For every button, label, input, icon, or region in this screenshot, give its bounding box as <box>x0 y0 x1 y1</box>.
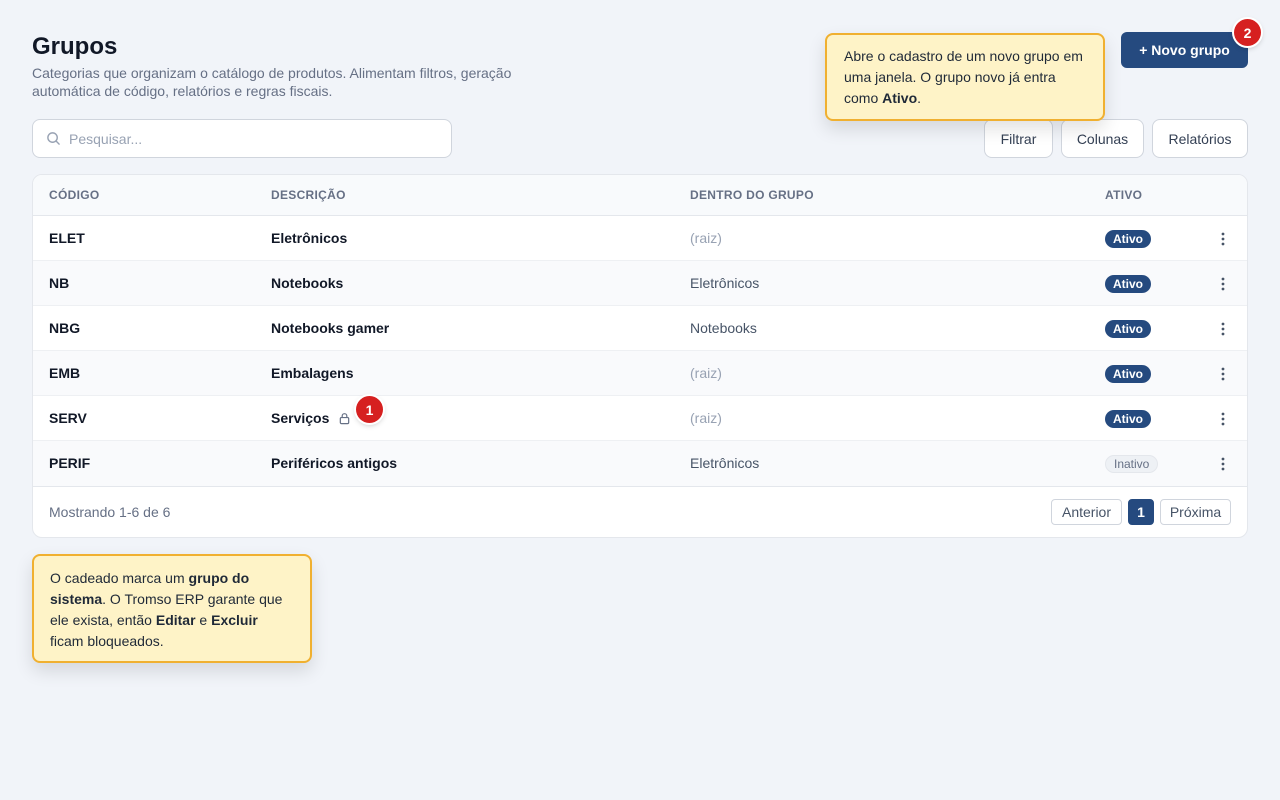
pagination-summary: Mostrando 1-6 de 6 <box>49 504 171 520</box>
row-status: Ativo <box>1105 351 1151 396</box>
row-menu-button[interactable] <box>1213 409 1233 429</box>
row-description: Embalagens <box>271 351 353 396</box>
more-vertical-icon <box>1221 322 1225 336</box>
table-row[interactable]: PERIF Periféricos antigos Eletrônicos In… <box>33 441 1247 487</box>
row-description-text: Serviços <box>271 410 330 426</box>
row-status: Ativo <box>1105 396 1151 441</box>
new-group-tooltip: Abre o cadastro de um novo grupo em uma … <box>825 33 1105 121</box>
row-parent: (raiz) <box>690 230 722 246</box>
reports-button[interactable]: Relatórios <box>1152 119 1248 158</box>
row-status: Ativo <box>1105 306 1151 351</box>
column-header-parent[interactable]: DENTRO DO GRUPO <box>690 175 814 215</box>
lock-icon <box>338 412 351 425</box>
table-row[interactable]: ELET Eletrônicos (raiz) Ativo <box>33 216 1247 261</box>
row-description-text: Eletrônicos <box>271 230 348 246</box>
row-description-text: Periféricos antigos <box>271 455 398 471</box>
page-subtitle: Categorias que organizam o catálogo de p… <box>32 65 512 99</box>
row-description: Notebooks gamer <box>271 306 389 351</box>
row-code: EMB <box>49 365 81 381</box>
status-badge: Ativo <box>1105 409 1151 428</box>
row-description-text: Embalagens <box>271 365 354 381</box>
row-code: ELET <box>49 230 85 246</box>
search-box[interactable] <box>32 119 452 158</box>
tooltip-emphasis: Ativo <box>882 90 918 106</box>
row-description: Periféricos antigos <box>271 441 397 486</box>
table-row[interactable]: NB Notebooks Eletrônicos Ativo <box>33 261 1247 306</box>
annotation-marker-1: 1 <box>356 396 383 423</box>
tooltip-text: . <box>917 90 922 106</box>
page-title: Grupos <box>32 33 118 60</box>
row-parent: (raiz) <box>690 365 722 381</box>
search-input[interactable] <box>69 130 429 147</box>
status-badge: Ativo <box>1105 274 1151 293</box>
tooltip-text: Abre o cadastro de um novo grupo em uma … <box>844 48 1083 106</box>
row-code: PERIF <box>49 455 91 471</box>
status-badge: Ativo <box>1105 229 1151 248</box>
row-code: SERV <box>49 410 87 426</box>
table-row[interactable]: NBG Notebooks gamer Notebooks Ativo <box>33 306 1247 351</box>
column-header-description[interactable]: DESCRIÇÃO <box>271 175 346 215</box>
column-header-active[interactable]: ATIVO <box>1105 175 1142 215</box>
more-vertical-icon <box>1221 457 1225 471</box>
row-description-text: Notebooks <box>271 275 344 291</box>
row-description-text: Notebooks gamer <box>271 320 390 336</box>
pagination-next-button[interactable]: Próxima <box>1160 499 1231 525</box>
status-badge: Ativo <box>1105 319 1151 338</box>
new-group-button[interactable]: + Novo grupo <box>1121 32 1248 68</box>
table-footer: Mostrando 1-6 de 6 Anterior 1 Próxima <box>33 487 1247 537</box>
table-row[interactable]: SERV Serviços (raiz) Ativo <box>33 396 1247 441</box>
table-row[interactable]: EMB Embalagens (raiz) Ativo <box>33 351 1247 396</box>
row-menu-button[interactable] <box>1213 229 1233 249</box>
tooltip-text: ficam bloqueados. <box>50 633 164 649</box>
row-description: Notebooks <box>271 261 343 306</box>
more-vertical-icon <box>1221 232 1225 246</box>
row-status: Ativo <box>1105 261 1151 306</box>
tooltip-emphasis: Excluir <box>211 612 258 628</box>
tooltip-text: e <box>195 612 212 628</box>
status-badge: Ativo <box>1105 364 1151 383</box>
status-badge: Inativo <box>1105 454 1159 473</box>
more-vertical-icon <box>1221 277 1225 291</box>
annotation-marker-2: 2 <box>1234 19 1261 46</box>
tooltip-text: O cadeado marca um <box>50 570 189 586</box>
row-parent: Eletrônicos <box>690 455 760 471</box>
row-menu-button[interactable] <box>1213 454 1233 474</box>
tooltip-emphasis: Editar <box>155 612 196 628</box>
column-header-code[interactable]: CÓDIGO <box>49 175 99 215</box>
row-parent: Notebooks <box>690 320 757 336</box>
row-status: Inativo <box>1105 441 1159 486</box>
columns-button[interactable]: Colunas <box>1061 119 1144 158</box>
row-code: NBG <box>49 320 81 336</box>
row-description: Serviços <box>271 396 351 441</box>
more-vertical-icon <box>1221 367 1225 381</box>
row-parent: (raiz) <box>690 410 722 426</box>
filter-button[interactable]: Filtrar <box>984 119 1053 158</box>
row-menu-button[interactable] <box>1213 319 1233 339</box>
groups-table: CÓDIGO DESCRIÇÃO DENTRO DO GRUPO ATIVO E… <box>32 174 1248 538</box>
row-description: Eletrônicos <box>271 216 347 261</box>
table-header: CÓDIGO DESCRIÇÃO DENTRO DO GRUPO ATIVO <box>33 175 1247 216</box>
pagination-page-button[interactable]: 1 <box>1128 499 1154 525</box>
pagination-prev-button[interactable]: Anterior <box>1051 499 1122 525</box>
row-menu-button[interactable] <box>1213 274 1233 294</box>
row-code: NB <box>49 275 70 291</box>
more-vertical-icon <box>1221 412 1225 426</box>
system-group-tooltip: O cadeado marca um grupo do sistema. O T… <box>32 554 312 663</box>
row-parent: Eletrônicos <box>690 275 760 291</box>
row-status: Ativo <box>1105 216 1151 261</box>
row-menu-button[interactable] <box>1213 364 1233 384</box>
search-icon <box>47 132 60 145</box>
